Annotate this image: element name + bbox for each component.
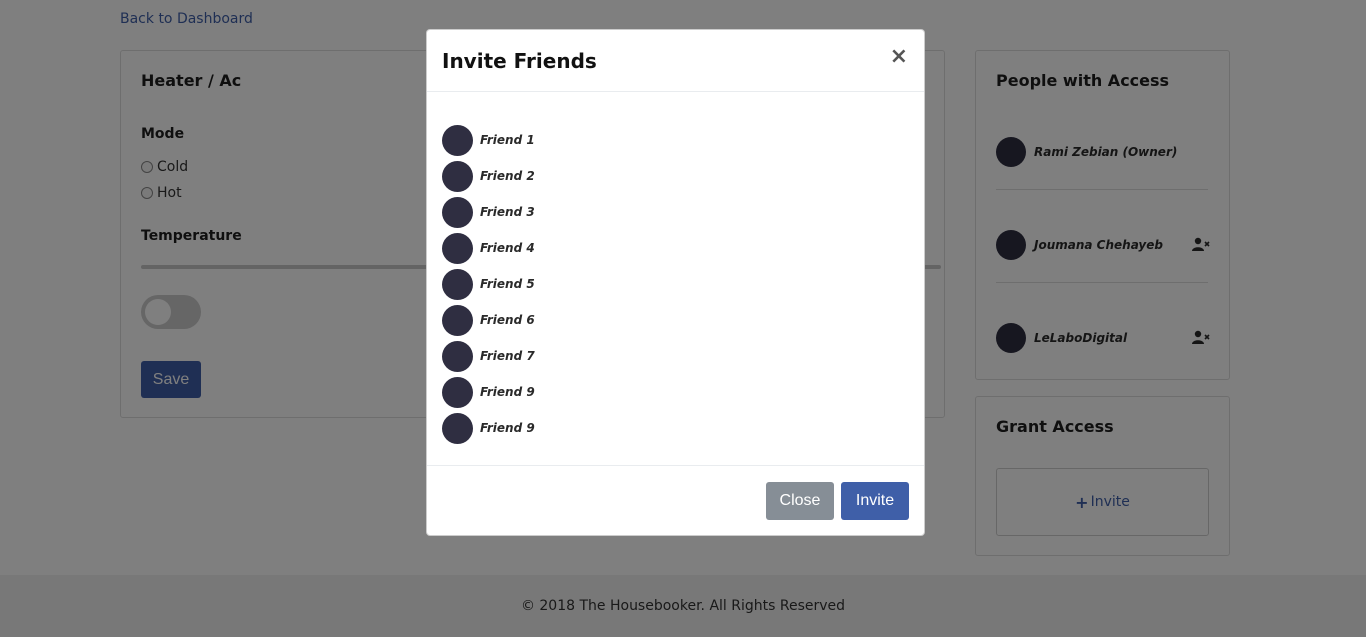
friend-name: Friend 2 <box>480 169 535 183</box>
invite-button[interactable]: Invite <box>841 482 909 520</box>
friend-item[interactable]: Friend 7 <box>442 340 535 372</box>
modal-footer: Close Invite <box>427 465 924 537</box>
avatar <box>442 232 473 264</box>
friend-name: Friend 1 <box>480 133 535 147</box>
page: Back to Dashboard Heater / Ac Mode Cold … <box>0 0 1366 637</box>
friend-item[interactable]: Friend 9 <box>442 376 535 408</box>
avatar <box>442 376 473 408</box>
friend-name: Friend 4 <box>480 241 535 255</box>
friend-name: Friend 5 <box>480 277 535 291</box>
avatar <box>442 196 473 228</box>
friend-name: Friend 6 <box>480 313 535 327</box>
close-button[interactable]: Close <box>766 482 834 520</box>
avatar <box>442 268 473 300</box>
avatar <box>442 340 473 372</box>
friend-item[interactable]: Friend 4 <box>442 232 535 264</box>
friend-name: Friend 3 <box>480 205 535 219</box>
friend-item[interactable]: Friend 1 <box>442 124 535 156</box>
friend-name: Friend 7 <box>480 349 535 363</box>
modal-title: Invite Friends <box>442 49 597 73</box>
friend-item[interactable]: Friend 9 <box>442 412 535 444</box>
avatar <box>442 412 473 444</box>
modal-header: Invite Friends × <box>427 30 924 92</box>
friend-item[interactable]: Friend 2 <box>442 160 535 192</box>
friend-item[interactable]: Friend 6 <box>442 304 535 336</box>
friend-name: Friend 9 <box>480 385 535 399</box>
close-icon[interactable]: × <box>890 46 908 68</box>
avatar <box>442 124 473 156</box>
avatar <box>442 160 473 192</box>
friend-item[interactable]: Friend 3 <box>442 196 535 228</box>
friend-name: Friend 9 <box>480 421 535 435</box>
avatar <box>442 304 473 336</box>
friend-item[interactable]: Friend 5 <box>442 268 535 300</box>
invite-friends-modal: Invite Friends × Friend 1 Friend 2 Frien… <box>426 29 925 536</box>
